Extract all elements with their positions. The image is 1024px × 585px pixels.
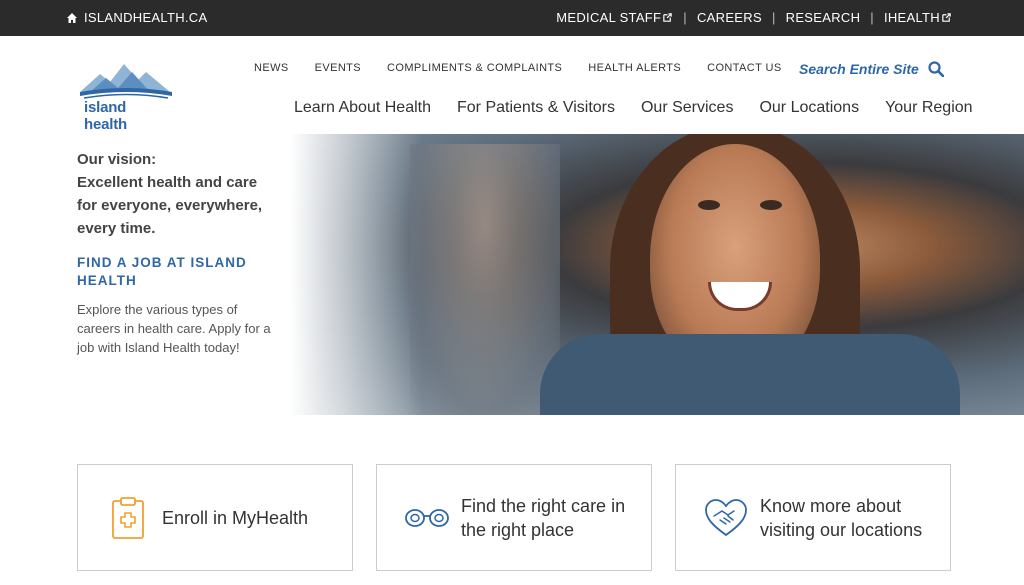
utility-nav: NEWS EVENTS COMPLIMENTS & COMPLAINTS HEA… xyxy=(254,62,808,74)
vision-statement: Our vision: Excellent health and care fo… xyxy=(77,151,263,237)
external-link-icon xyxy=(663,13,673,22)
photo-scrubs xyxy=(540,334,960,415)
card-enroll-myhealth[interactable]: Enroll in MyHealth xyxy=(77,464,353,571)
card-label: Find the right care in the right place xyxy=(461,495,626,540)
nav-our-services[interactable]: Our Services xyxy=(641,99,733,117)
medical-staff-link[interactable]: MEDICAL STAFF xyxy=(556,10,673,25)
hero-banner: Our vision: Excellent health and care fo… xyxy=(0,134,1024,415)
nav-news[interactable]: NEWS xyxy=(254,62,289,74)
top-links: MEDICAL STAFF | CAREERS | RESEARCH | IHE… xyxy=(556,10,952,25)
binoculars-icon xyxy=(401,492,453,544)
nav-patients-visitors[interactable]: For Patients & Visitors xyxy=(457,99,615,117)
mountains-logo-icon xyxy=(80,64,172,99)
logo-wordmark: island health xyxy=(84,99,127,133)
home-icon xyxy=(67,12,77,23)
external-link-icon xyxy=(942,13,951,22)
separator: | xyxy=(683,10,687,25)
heart-handshake-icon xyxy=(700,492,752,544)
careers-link[interactable]: CAREERS xyxy=(697,10,762,25)
research-link[interactable]: RESEARCH xyxy=(786,10,861,25)
nav-our-locations[interactable]: Our Locations xyxy=(759,99,859,117)
quick-links: Enroll in MyHealth Find the right care i… xyxy=(77,464,951,571)
photo-eye xyxy=(760,200,782,210)
hero-photo xyxy=(290,134,1024,415)
island-health-logo[interactable]: island health xyxy=(80,58,172,133)
nav-your-region[interactable]: Your Region xyxy=(885,99,972,117)
search-icon[interactable] xyxy=(928,61,944,77)
card-visiting-locations[interactable]: Know more about visiting our locations xyxy=(675,464,951,571)
hero-text: Our vision: Excellent health and care fo… xyxy=(77,148,277,357)
card-find-right-care[interactable]: Find the right care in the right place xyxy=(376,464,652,571)
background-figure xyxy=(410,144,560,415)
search-site-link[interactable]: Search Entire Site xyxy=(799,61,919,77)
ihealth-link[interactable]: IHEALTH xyxy=(884,10,952,25)
clipboard-medical-icon xyxy=(102,492,154,544)
top-utility-bar: ISLANDHEALTH.CA MEDICAL STAFF | CAREERS … xyxy=(0,0,1024,36)
nav-health-alerts[interactable]: HEALTH ALERTS xyxy=(588,62,681,74)
card-label: Know more about visiting our locations xyxy=(760,495,923,540)
job-description: Explore the various types of careers in … xyxy=(77,302,271,355)
find-job-link[interactable]: FIND A JOB AT ISLAND HEALTH xyxy=(77,254,277,290)
separator: | xyxy=(870,10,874,25)
main-nav: Learn About Health For Patients & Visito… xyxy=(294,99,999,117)
separator: | xyxy=(771,10,776,25)
nav-events[interactable]: EVENTS xyxy=(315,62,361,74)
photo-eye xyxy=(698,200,720,210)
card-label: Enroll in MyHealth xyxy=(162,507,309,528)
home-link[interactable]: ISLANDHEALTH.CA xyxy=(66,10,207,25)
nav-learn-about-health[interactable]: Learn About Health xyxy=(294,99,431,117)
nav-compliments-complaints[interactable]: COMPLIMENTS & COMPLAINTS xyxy=(387,62,562,74)
home-link-label: ISLANDHEALTH.CA xyxy=(84,10,208,25)
nav-contact-us[interactable]: CONTACT US xyxy=(707,62,782,74)
